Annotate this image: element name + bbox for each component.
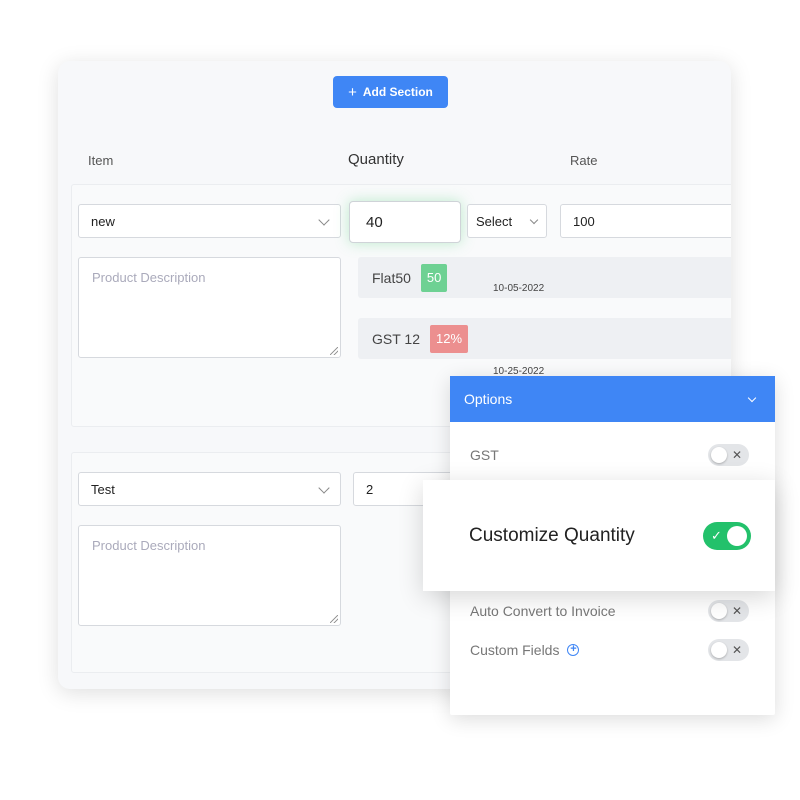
discount-name: Flat50 (372, 269, 411, 286)
option-label-wrap: Custom Fields + (470, 642, 580, 658)
chevron-down-icon (529, 215, 539, 225)
discount-name: GST 12 (372, 330, 420, 347)
unit-select-value: Select (476, 213, 513, 229)
plus-icon: + (348, 83, 357, 101)
quantity-value: 2 (366, 481, 374, 497)
close-icon: ✕ (731, 643, 742, 657)
option-label: Auto Convert to Invoice (470, 603, 616, 619)
custom-fields-toggle[interactable]: ✕ (708, 639, 749, 661)
add-circle-icon[interactable]: + (567, 644, 580, 656)
rate-input[interactable]: 100 (560, 204, 731, 238)
gst-toggle[interactable]: ✕ (708, 444, 749, 466)
column-header-quantity: Quantity (348, 151, 404, 168)
customize-quantity-toggle[interactable]: ✓ (703, 521, 751, 550)
option-label: GST (470, 447, 499, 463)
option-label: Custom Fields (470, 642, 560, 658)
item-select[interactable]: new (78, 204, 341, 238)
date-label: 10-05-2022 (493, 283, 545, 294)
quantity-input[interactable]: 40 (349, 201, 461, 243)
check-icon: ✓ (711, 527, 722, 543)
product-description-input[interactable]: Product Description (78, 525, 341, 626)
item-select-value: Test (91, 481, 115, 497)
options-title: Options (464, 391, 513, 407)
auto-convert-toggle[interactable]: ✕ (708, 600, 749, 622)
toggle-knob (711, 603, 727, 619)
add-section-button[interactable]: + Add Section (333, 76, 448, 108)
resize-handle-icon[interactable] (330, 347, 338, 355)
item-select-value: new (91, 213, 115, 229)
options-header[interactable]: Options (450, 376, 775, 422)
customize-quantity-label: Customize Quantity (469, 524, 635, 546)
customize-quantity-card: Customize Quantity ✓ (423, 480, 775, 591)
rate-value: 100 (573, 213, 595, 229)
discount-badge: 50 (420, 263, 448, 292)
close-icon: ✕ (731, 448, 742, 462)
option-row-auto-convert: Auto Convert to Invoice ✕ (470, 600, 749, 622)
quantity-value: 40 (366, 213, 383, 231)
option-row-gst: GST ✕ (470, 444, 749, 466)
toggle-knob (711, 447, 727, 463)
add-section-label: Add Section (362, 85, 433, 99)
chevron-down-icon (318, 482, 330, 494)
item-select[interactable]: Test (78, 472, 341, 506)
unit-select[interactable]: Select (467, 204, 547, 238)
toggle-knob (711, 642, 727, 658)
resize-handle-icon[interactable] (330, 615, 338, 623)
product-description-placeholder: Product Description (92, 270, 206, 285)
toggle-knob (727, 525, 747, 546)
product-description-placeholder: Product Description (92, 538, 206, 553)
column-header-rate: Rate (570, 153, 598, 168)
option-row-custom-fields: Custom Fields + ✕ (470, 639, 749, 661)
product-description-input[interactable]: Product Description (78, 257, 341, 358)
chevron-down-icon[interactable] (747, 393, 757, 402)
discount-chip-flat50[interactable]: Flat50 50 (358, 257, 731, 298)
chevron-down-icon (318, 214, 330, 226)
discount-badge: 12% (430, 324, 469, 353)
close-icon: ✕ (731, 604, 742, 618)
column-header-item: Item (88, 153, 114, 168)
discount-chip-gst12[interactable]: GST 12 12% (358, 318, 731, 359)
